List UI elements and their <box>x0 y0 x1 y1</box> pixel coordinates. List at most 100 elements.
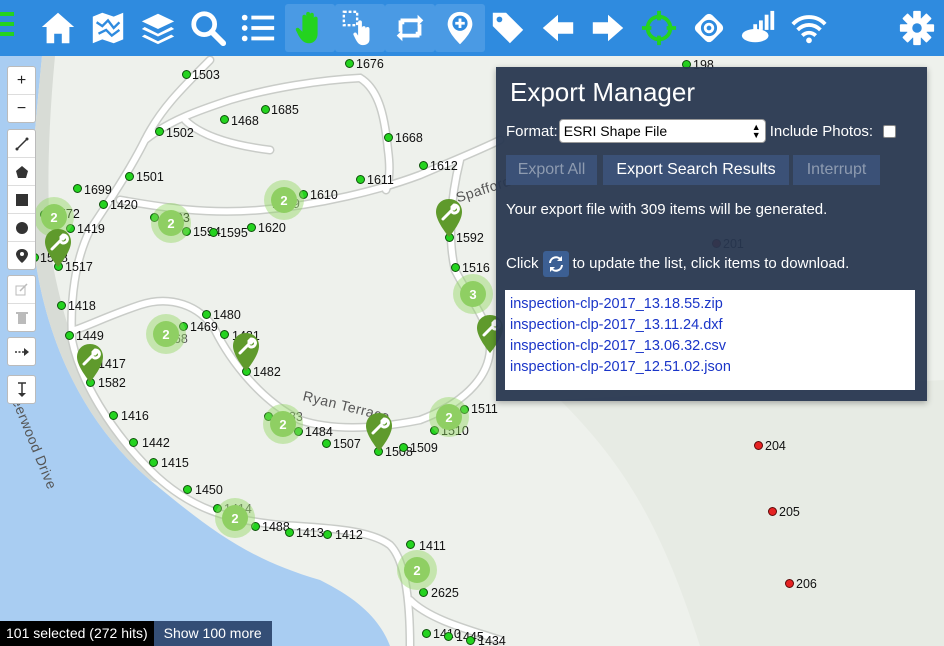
asset-point-red[interactable] <box>768 507 777 516</box>
format-select[interactable]: ESRI Shape File ▲ ▼ <box>558 119 766 143</box>
asset-point[interactable] <box>155 127 164 136</box>
asset-point[interactable] <box>419 161 428 170</box>
cluster-marker[interactable]: 2 <box>264 180 304 220</box>
interrupt-button[interactable]: Interrupt <box>793 155 880 185</box>
asset-point[interactable] <box>220 115 229 124</box>
asset-point[interactable] <box>356 175 365 184</box>
main-toolbar <box>0 0 944 56</box>
asset-point[interactable] <box>73 184 82 193</box>
settings-icon[interactable] <box>894 4 940 52</box>
wrench-pin-icon[interactable] <box>43 228 73 268</box>
asset-point[interactable] <box>99 200 108 209</box>
zoom-out-button[interactable]: − <box>8 95 35 122</box>
export-file-link[interactable]: inspection-clp-2017_13.11.24.dxf <box>510 315 915 336</box>
swap-icon[interactable] <box>385 4 435 52</box>
home-icon[interactable] <box>35 4 81 52</box>
cluster-marker[interactable]: 2 <box>429 397 469 437</box>
edit-toolbar <box>7 275 36 332</box>
asset-point[interactable] <box>399 443 408 452</box>
asset-point[interactable] <box>65 331 74 340</box>
map-icon[interactable] <box>85 4 131 52</box>
asset-point[interactable] <box>261 105 270 114</box>
asset-label: 1668 <box>395 131 423 145</box>
measure-icon[interactable] <box>8 338 35 365</box>
export-search-results-button[interactable]: Export Search Results <box>603 155 789 185</box>
asset-point[interactable] <box>182 70 191 79</box>
asset-point[interactable] <box>209 228 218 237</box>
asset-label: 1699 <box>84 183 112 197</box>
update-instructions: Click to update the list, click items to … <box>506 251 849 277</box>
include-photos-checkbox[interactable] <box>883 124 897 138</box>
wrench-pin-icon[interactable] <box>434 198 464 238</box>
asset-point[interactable] <box>406 540 415 549</box>
hand-icon[interactable] <box>285 4 335 52</box>
asset-point[interactable] <box>109 411 118 420</box>
selection-status-bar: 101 selected (272 hits) Show 100 more <box>0 621 272 646</box>
arrow-left-icon[interactable] <box>535 4 581 52</box>
asset-point[interactable] <box>422 629 431 638</box>
asset-point[interactable] <box>247 223 256 232</box>
asset-label: 1610 <box>310 188 338 202</box>
crosshair-icon[interactable] <box>636 4 682 52</box>
cluster-count: 2 <box>153 321 179 347</box>
arrow-right-icon[interactable] <box>585 4 631 52</box>
wifi-icon[interactable] <box>786 4 832 52</box>
asset-point[interactable] <box>183 485 192 494</box>
asset-point[interactable] <box>220 330 229 339</box>
add-location-icon[interactable] <box>435 4 485 52</box>
vertical-measure-control[interactable] <box>7 375 36 404</box>
cluster-marker[interactable]: 2 <box>397 550 437 590</box>
asset-point[interactable] <box>202 310 211 319</box>
measure-control[interactable] <box>7 337 36 366</box>
asset-point[interactable] <box>323 530 332 539</box>
menu-icon[interactable] <box>0 12 14 42</box>
wrench-pin-icon[interactable] <box>364 412 394 452</box>
draw-line-icon[interactable] <box>8 130 35 158</box>
cluster-marker[interactable]: 2 <box>151 203 191 243</box>
asset-point-red[interactable] <box>754 441 763 450</box>
asset-point[interactable] <box>466 636 475 645</box>
export-info-text: Your export file with 309 items will be … <box>506 201 828 218</box>
delete-layers-icon[interactable] <box>8 304 35 331</box>
cluster-marker[interactable]: 2 <box>215 498 255 538</box>
asset-label: 1442 <box>142 436 170 450</box>
asset-point[interactable] <box>149 458 158 467</box>
export-all-button[interactable]: Export All <box>506 155 597 185</box>
export-file-link[interactable]: inspection-clp-2017_13.18.55.zip <box>510 294 915 315</box>
asset-point[interactable] <box>345 59 354 68</box>
asset-point[interactable] <box>384 133 393 142</box>
asset-point[interactable] <box>125 172 134 181</box>
asset-point[interactable] <box>57 301 66 310</box>
vertical-measure-icon[interactable] <box>8 376 35 403</box>
asset-label: 1507 <box>333 437 361 451</box>
cluster-marker[interactable]: 2 <box>263 404 303 444</box>
asset-point[interactable] <box>444 632 453 641</box>
export-file-link[interactable]: inspection-clp-2017_13.06.32.csv <box>510 336 915 357</box>
draw-circle-icon[interactable] <box>8 214 35 242</box>
edit-layers-icon[interactable] <box>8 276 35 304</box>
select-pointer-icon[interactable] <box>335 4 385 52</box>
wrench-pin-icon[interactable] <box>75 343 105 383</box>
draw-polygon-icon[interactable] <box>8 158 35 186</box>
export-file-link[interactable]: inspection-clp-2017_12.51.02.json <box>510 357 915 378</box>
selection-count: 101 selected (272 hits) <box>0 621 154 646</box>
cluster-marker[interactable]: 3 <box>453 274 493 314</box>
show-more-button[interactable]: Show 100 more <box>153 621 272 646</box>
wrench-pin-icon[interactable] <box>231 332 261 372</box>
asset-point[interactable] <box>322 439 331 448</box>
gps-icon[interactable] <box>686 4 732 52</box>
asset-point[interactable] <box>451 263 460 272</box>
layers-icon[interactable] <box>135 4 181 52</box>
tag-icon[interactable] <box>485 4 531 52</box>
draw-marker-icon[interactable] <box>8 242 35 269</box>
zoom-in-button[interactable]: + <box>8 67 35 95</box>
search-icon[interactable] <box>185 4 231 52</box>
draw-rectangle-icon[interactable] <box>8 186 35 214</box>
asset-point[interactable] <box>129 438 138 447</box>
refresh-icon[interactable] <box>542 251 569 277</box>
cluster-marker[interactable]: 2 <box>146 314 186 354</box>
asset-point[interactable] <box>285 528 294 537</box>
list-icon[interactable] <box>235 4 281 52</box>
asset-point-red[interactable] <box>785 579 794 588</box>
chart-icon[interactable] <box>736 4 782 52</box>
